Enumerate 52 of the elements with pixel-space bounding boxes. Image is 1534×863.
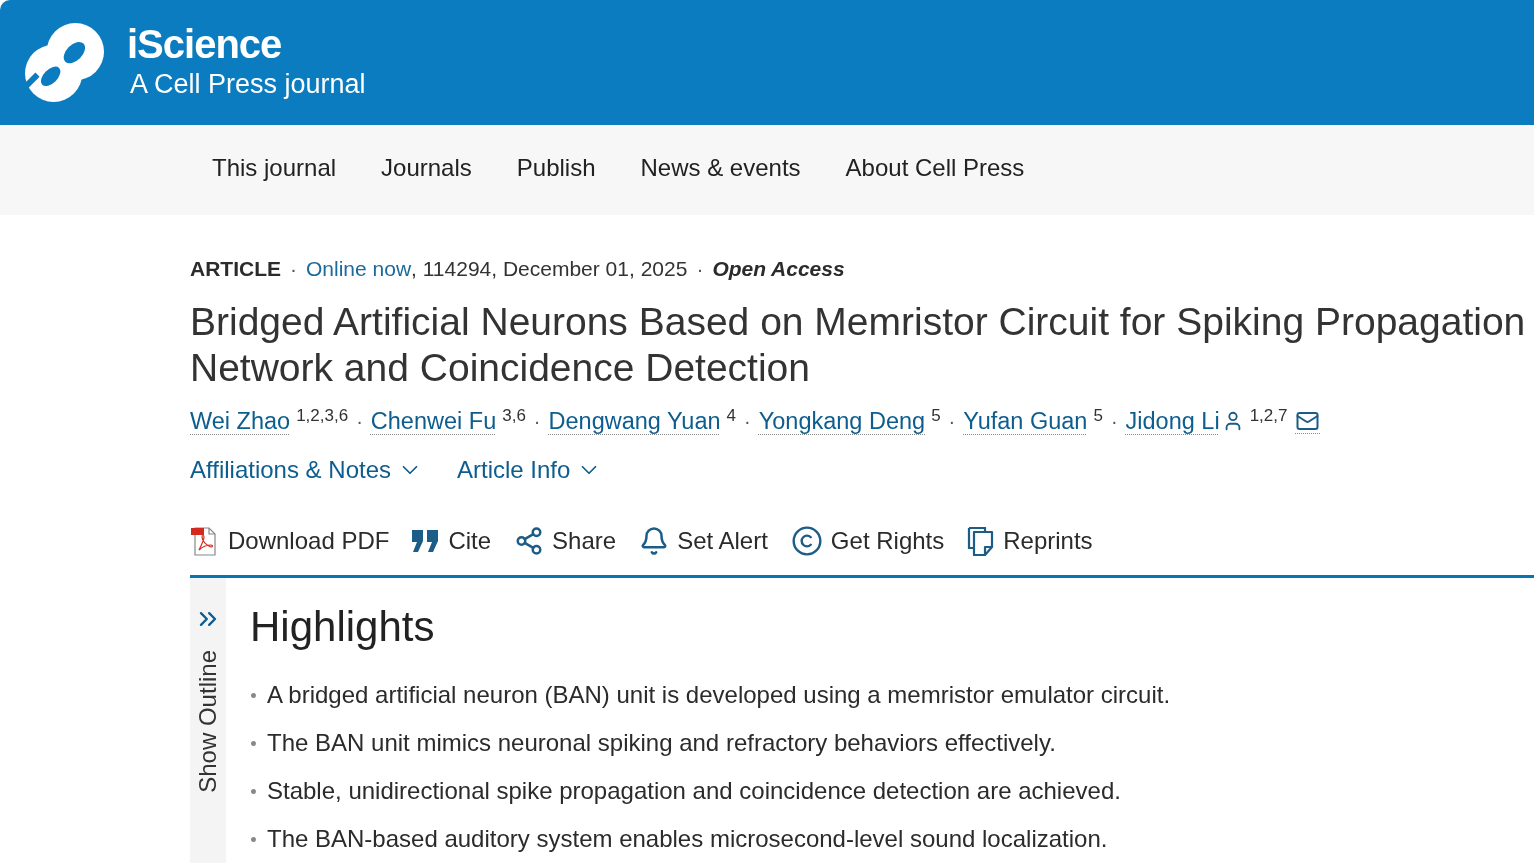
toolbar-action[interactable]: Reprints [967,526,1093,556]
separator-dot: · [696,256,704,282]
open-access-label: Open Access [712,256,845,282]
expand-toggle[interactable]: Article Info [457,455,603,485]
bullet-icon [251,836,256,842]
author-link[interactable]: Chenwei Fu [370,406,497,436]
show-outline-sidebar[interactable]: Show Outline [190,578,226,863]
toolbar-action[interactable]: Cite [412,526,492,556]
documents-icon [967,526,996,556]
bullet-icon [251,692,256,698]
nav-link[interactable]: Publish [516,153,596,183]
bullet-icon [251,740,256,746]
bullet-icon [251,788,256,794]
highlight-text: A bridged artificial neuron (BAN) unit is developed using a memristor emulator circuit. [267,680,1171,710]
toolbar-action[interactable]: Download PDF [190,526,390,556]
affiliation-numbers: 4 [726,407,737,424]
nav-link[interactable]: This journal [212,153,337,183]
affiliation-numbers: 5 [931,407,941,424]
separator-dot: · [1110,409,1118,434]
publication-info: , 114294, December 01, 2025 [411,256,688,282]
copyright-icon [790,525,823,557]
nav-link[interactable]: Journals [381,153,472,183]
article-type-label: ARTICLE [190,256,281,282]
nav-link[interactable]: News & events [640,153,801,183]
toolbar-action[interactable]: Share [514,526,617,556]
separator-dot: · [356,409,363,434]
separator-dot: · [948,409,956,434]
separator-dot: · [744,409,751,434]
toolbar-action[interactable]: Set Alert [639,526,768,556]
separator-dot: · [533,409,541,434]
author-link[interactable]: Yongkang Deng [758,406,926,436]
author-link[interactable]: Yufan Guan [963,406,1088,436]
nav-link[interactable]: About Cell Press [845,153,1025,183]
author-link[interactable]: Jidong Li [1125,406,1220,436]
highlights-heading: Highlights [250,603,436,651]
highlight-text: The BAN-based auditory system enables microsecond-level sound localization. [267,824,1108,854]
online-now-link[interactable]: Online now [306,256,412,282]
quote-icon [412,530,441,552]
author-link[interactable]: Wei Zhao [190,406,291,436]
article-title: Bridged Artificial Neurons Based on Memristor Circuit for Spiking Propagation Network and Coincidence Detection [190,299,1527,391]
highlight-text: The BAN unit mimics neuronal spiking and refractory behaviors effectively. [267,728,1056,758]
affiliation-numbers: 1,2,7 [1249,407,1288,424]
affiliation-numbers: 5 [1093,407,1103,424]
highlight-text: Stable, unidirectional spike propagation and coincidence detection are achieved. [267,776,1121,806]
journal-title[interactable]: iScience [127,21,366,66]
affiliation-numbers: 1,2,3,6 [296,407,349,424]
toolbar-action[interactable]: Get Rights [790,525,945,557]
author-link[interactable]: Dengwang Yuan [548,406,721,436]
separator-dot: · [290,256,297,282]
journal-subtitle: A Cell Press journal [130,67,366,100]
affiliation-numbers: 3,6 [502,407,526,424]
expand-toggle[interactable]: Affiliations & Notes [190,455,423,485]
